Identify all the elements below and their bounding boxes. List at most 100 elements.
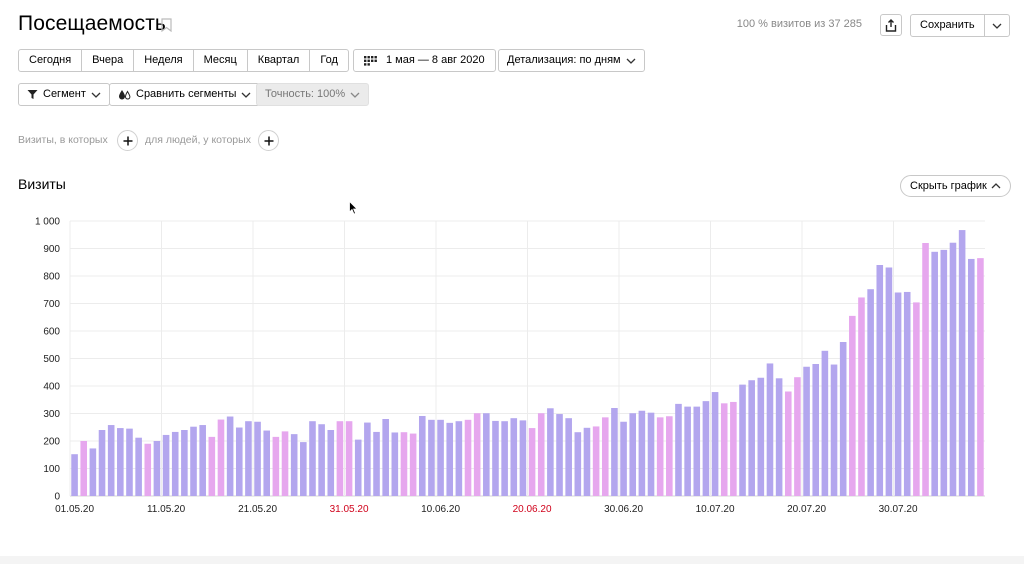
bar[interactable] (181, 430, 188, 496)
period-quarter[interactable]: Квартал (248, 50, 311, 71)
bar[interactable] (977, 258, 984, 497)
save-dropdown-button[interactable] (985, 15, 1009, 36)
bar[interactable] (400, 432, 408, 496)
bar[interactable] (382, 419, 389, 496)
period-week[interactable]: Неделя (134, 50, 194, 71)
bar[interactable] (611, 408, 618, 496)
bar[interactable] (702, 401, 710, 497)
bar[interactable] (501, 421, 508, 496)
bar[interactable] (958, 230, 966, 496)
bar[interactable] (949, 242, 957, 496)
bar[interactable] (235, 427, 243, 496)
bar[interactable] (391, 432, 399, 496)
bar[interactable] (327, 430, 335, 496)
hide-chart-button[interactable]: Скрыть график (900, 175, 1011, 197)
bar[interactable] (281, 431, 289, 497)
bar[interactable] (803, 366, 810, 496)
bar[interactable] (199, 425, 206, 496)
bar[interactable] (528, 428, 536, 496)
bar[interactable] (409, 433, 417, 496)
bar[interactable] (263, 430, 271, 496)
bar[interactable] (784, 391, 792, 497)
bar[interactable] (931, 251, 938, 496)
bar[interactable] (354, 439, 362, 497)
bar[interactable] (547, 408, 554, 496)
bar[interactable] (446, 422, 454, 496)
bar[interactable] (473, 413, 481, 496)
bar[interactable] (117, 428, 124, 496)
bar[interactable] (254, 421, 261, 496)
bar[interactable] (601, 417, 609, 496)
bar[interactable] (830, 364, 838, 496)
bar[interactable] (208, 436, 216, 497)
bar[interactable] (858, 297, 865, 496)
bar[interactable] (666, 416, 673, 496)
bar[interactable] (574, 432, 582, 496)
bar[interactable] (757, 377, 765, 496)
bar[interactable] (849, 315, 856, 497)
bar[interactable] (720, 403, 728, 496)
bar[interactable] (684, 406, 691, 497)
save-button[interactable]: Сохранить (911, 15, 985, 36)
bar[interactable] (126, 428, 133, 497)
bar[interactable] (217, 419, 225, 496)
period-year[interactable]: Год (310, 50, 348, 71)
bar[interactable] (190, 426, 197, 496)
bar[interactable] (492, 420, 499, 496)
bar[interactable] (510, 418, 518, 496)
bar[interactable] (162, 434, 170, 496)
bar[interactable] (336, 421, 344, 496)
bar[interactable] (748, 380, 755, 496)
bar[interactable] (144, 443, 152, 496)
segment-dropdown[interactable]: Сегмент (18, 83, 110, 106)
bar[interactable] (730, 401, 737, 496)
bar[interactable] (437, 419, 444, 496)
bar[interactable] (428, 419, 435, 496)
bar[interactable] (903, 291, 911, 496)
period-yesterday[interactable]: Вчера (82, 50, 135, 71)
compare-segments-dropdown[interactable]: Сравнить сегменты (109, 83, 261, 106)
bar[interactable] (620, 421, 627, 496)
bar[interactable] (812, 364, 820, 496)
bar[interactable] (107, 425, 115, 496)
date-range-button[interactable]: 1 мая — 8 авг 2020 (353, 49, 496, 72)
bar[interactable] (89, 448, 97, 496)
bar[interactable] (272, 436, 280, 497)
bar[interactable] (867, 289, 874, 496)
bar[interactable] (290, 434, 298, 497)
bar[interactable] (135, 437, 142, 496)
add-people-condition-button[interactable] (258, 130, 279, 151)
bar[interactable] (455, 421, 463, 496)
bar[interactable] (967, 258, 975, 496)
bar[interactable] (80, 441, 88, 496)
bar[interactable] (171, 431, 179, 496)
bar[interactable] (940, 249, 948, 497)
bar[interactable] (364, 422, 371, 496)
bar[interactable] (556, 414, 563, 496)
bar[interactable] (565, 418, 572, 496)
bar[interactable] (775, 378, 783, 496)
bar[interactable] (638, 410, 646, 496)
bar[interactable] (483, 413, 490, 496)
bar[interactable] (71, 454, 78, 496)
bar[interactable] (464, 419, 472, 496)
bar[interactable] (309, 421, 316, 496)
export-button[interactable] (880, 14, 902, 36)
detail-dropdown[interactable]: Детализация: по дням (498, 49, 645, 72)
period-month[interactable]: Месяц (194, 50, 248, 71)
bar[interactable] (656, 417, 664, 496)
bar[interactable] (876, 265, 884, 496)
bar[interactable] (693, 406, 701, 497)
bookmark-icon[interactable] (161, 18, 172, 32)
bar[interactable] (226, 416, 234, 496)
bar[interactable] (537, 413, 545, 496)
period-today[interactable]: Сегодня (19, 50, 83, 71)
bar[interactable] (345, 421, 353, 496)
bar[interactable] (675, 403, 682, 497)
bar[interactable] (821, 350, 829, 496)
bar[interactable] (519, 420, 527, 497)
bar[interactable] (418, 415, 426, 496)
bar[interactable] (766, 363, 774, 496)
bar[interactable] (153, 441, 161, 496)
bar[interactable] (794, 377, 801, 496)
